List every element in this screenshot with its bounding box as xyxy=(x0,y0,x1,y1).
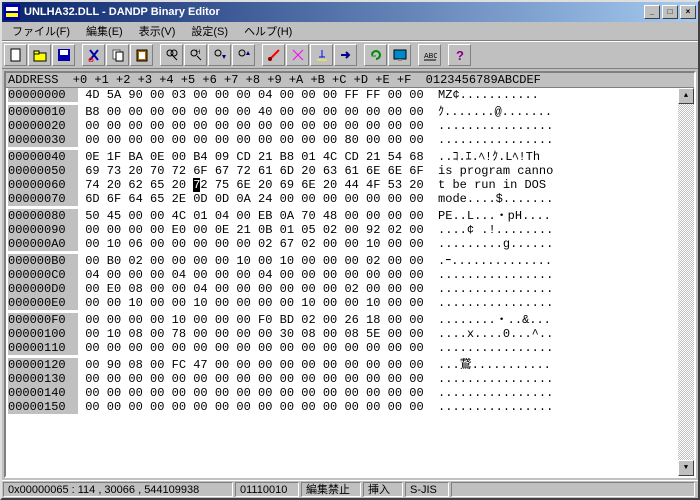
copy-button[interactable] xyxy=(106,44,129,66)
replace-button[interactable]: H xyxy=(184,44,207,66)
minimize-button[interactable]: _ xyxy=(644,5,660,19)
scroll-track[interactable] xyxy=(678,104,694,460)
statusbar: 0x00000065 : 114 , 30066 , 544109938 011… xyxy=(2,480,698,498)
hex-rows[interactable]: 00000000 4D 5A 90 00 03 00 00 00 04 00 0… xyxy=(8,88,678,476)
goto-button[interactable] xyxy=(232,44,255,66)
menu-view[interactable]: 表示(V) xyxy=(131,22,184,40)
paste-button[interactable] xyxy=(130,44,153,66)
find-button[interactable] xyxy=(160,44,183,66)
scroll-up[interactable]: ▲ xyxy=(678,88,694,104)
tool2-button[interactable] xyxy=(286,44,309,66)
status-encoding: S-JIS xyxy=(405,482,449,497)
hex-editor: ADDRESS +0 +1 +2 +3 +4 +5 +6 +7 +8 +9 +A… xyxy=(4,71,696,478)
cut-button[interactable] xyxy=(82,44,105,66)
toolbar: H ABC ? xyxy=(2,41,698,69)
refresh-button[interactable] xyxy=(364,44,387,66)
menu-help[interactable]: ヘルプ(H) xyxy=(236,22,300,40)
close-button[interactable]: × xyxy=(680,5,696,19)
svg-text:?: ? xyxy=(456,48,464,62)
tool3-button[interactable] xyxy=(310,44,333,66)
app-window: UNLHA32.DLL - DANDP Binary Editor _ □ × … xyxy=(0,0,700,500)
hex-header: ADDRESS +0 +1 +2 +3 +4 +5 +6 +7 +8 +9 +A… xyxy=(6,73,694,88)
status-position: 0x00000065 : 114 , 30066 , 544109938 xyxy=(3,482,233,497)
status-spacer xyxy=(451,482,695,497)
open-button[interactable] xyxy=(28,44,51,66)
menu-file[interactable]: ファイル(F) xyxy=(4,22,78,40)
menubar: ファイル(F) 編集(E) 表示(V) 設定(S) ヘルプ(H) xyxy=(2,22,698,41)
screen-button[interactable] xyxy=(388,44,411,66)
tool1-button[interactable] xyxy=(262,44,285,66)
menu-edit[interactable]: 編集(E) xyxy=(78,22,131,40)
abc-button[interactable]: ABC xyxy=(418,44,441,66)
save-button[interactable] xyxy=(52,44,75,66)
svg-text:H: H xyxy=(196,50,200,56)
run-button[interactable] xyxy=(334,44,357,66)
help-button[interactable]: ? xyxy=(448,44,471,66)
maximize-button[interactable]: □ xyxy=(662,5,678,19)
find-next-button[interactable] xyxy=(208,44,231,66)
new-button[interactable] xyxy=(4,44,27,66)
svg-text:ABC: ABC xyxy=(424,53,437,60)
status-mode: 編集禁止 xyxy=(301,482,361,497)
titlebar: UNLHA32.DLL - DANDP Binary Editor _ □ × xyxy=(2,2,698,22)
menu-settings[interactable]: 設定(S) xyxy=(183,22,236,40)
scrollbar[interactable]: ▲ ▼ xyxy=(678,88,694,476)
status-bits: 01110010 xyxy=(235,482,299,497)
window-title: UNLHA32.DLL - DANDP Binary Editor xyxy=(24,6,642,18)
scroll-down[interactable]: ▼ xyxy=(678,460,694,476)
app-icon xyxy=(4,4,20,20)
status-insert: 挿入 xyxy=(363,482,403,497)
